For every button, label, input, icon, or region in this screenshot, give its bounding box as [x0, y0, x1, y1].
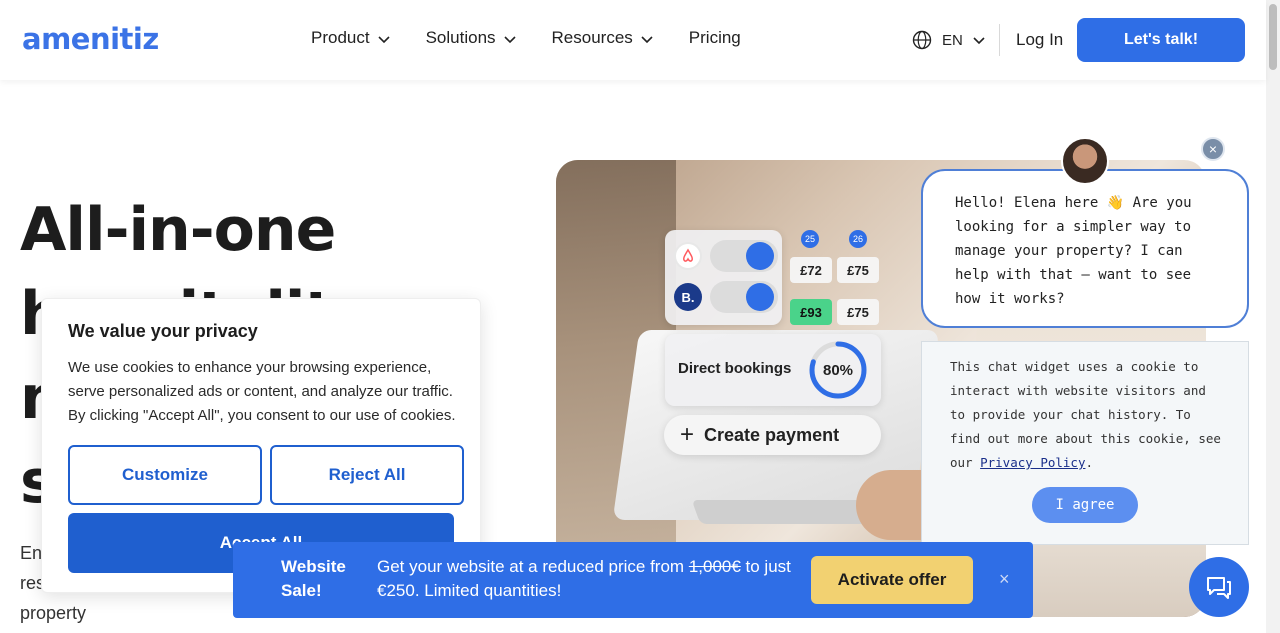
agent-avatar [1061, 137, 1109, 185]
airbnb-logo-icon [683, 248, 693, 262]
site-header: amenitiz Product Solutions Resources Pri… [0, 0, 1266, 80]
nav-solutions[interactable]: Solutions [426, 28, 517, 48]
chat-close-button[interactable]: × [1201, 137, 1225, 161]
day-badge: 26 [849, 230, 867, 248]
chevron-down-icon [973, 37, 985, 45]
language-selector[interactable]: EN [912, 30, 986, 50]
reject-all-button[interactable]: Reject All [270, 445, 464, 505]
activate-offer-button[interactable]: Activate offer [811, 556, 973, 604]
nav-solutions-label: Solutions [425, 28, 496, 47]
nav-product-label: Product [311, 28, 370, 47]
website-sale-banner: Website Sale! Get your website at a redu… [233, 542, 1033, 618]
sale-text: Get your website at a reduced price from… [377, 555, 797, 603]
globe-icon [912, 30, 932, 50]
price-tag: £75 [837, 257, 879, 283]
hero-title-line: All-in-one [20, 195, 336, 265]
chat-message-bubble[interactable]: Hello! Elena here 👋 Are you looking for … [921, 169, 1249, 328]
toggle-knob [746, 283, 774, 311]
airbnb-toggle [710, 240, 778, 272]
privacy-policy-link[interactable]: Privacy Policy [980, 455, 1085, 470]
chat-message-text: Hello! Elena here 👋 Are you looking for … [955, 195, 1192, 307]
day-badge: 25 [801, 230, 819, 248]
price-tag-highlighted: £93 [790, 299, 832, 325]
nav-product[interactable]: Product [311, 28, 391, 48]
direct-bookings-card: Direct bookings 80% [665, 334, 881, 406]
close-icon[interactable]: × [999, 569, 1010, 590]
create-payment-chip: + Create payment [664, 415, 881, 455]
direct-bookings-value: 80% [822, 361, 854, 379]
booking-icon: B. [674, 283, 702, 311]
sale-old-price: 1,000€ [688, 557, 741, 576]
nav-resources[interactable]: Resources [552, 28, 654, 48]
create-payment-label: Create payment [704, 424, 840, 445]
amenitiz-logo[interactable]: amenitiz [22, 22, 159, 56]
price-tag: £75 [837, 299, 879, 325]
plus-icon: + [680, 421, 695, 448]
customize-button[interactable]: Customize [68, 445, 262, 505]
chat-agree-button[interactable]: I agree [1032, 487, 1138, 523]
nav-resources-label: Resources [551, 28, 633, 47]
price-tag: £72 [790, 257, 832, 283]
chevron-down-icon [378, 36, 390, 44]
sale-text-before: Get your website at a reduced price from [377, 557, 689, 576]
toggle-knob [746, 242, 774, 270]
chat-cookie-text: This chat widget uses a cookie to intera… [950, 359, 1221, 470]
channel-toggles-card: B. [665, 230, 782, 325]
lets-talk-button[interactable]: Let's talk! [1077, 18, 1245, 62]
page-scrollbar[interactable] [1266, 0, 1280, 633]
cookie-consent-title: We value your privacy [68, 321, 258, 341]
language-code: EN [942, 31, 963, 49]
chevron-down-icon [641, 36, 653, 44]
nav-pricing[interactable]: Pricing [689, 28, 741, 48]
cookie-consent-body: We use cookies to enhance your browsing … [68, 359, 456, 424]
chat-bubbles-icon [1207, 577, 1231, 599]
header-divider [999, 24, 1000, 56]
chat-cookie-end: . [1085, 455, 1093, 470]
airbnb-icon [674, 242, 702, 270]
scrollbar-thumb[interactable] [1269, 4, 1277, 70]
sale-title: Website Sale! [281, 557, 346, 600]
nav-pricing-label: Pricing [688, 28, 741, 47]
chevron-down-icon [503, 36, 516, 44]
direct-bookings-label: Direct bookings [678, 360, 792, 377]
main-nav: Product Solutions Resources Pricing [311, 28, 776, 48]
booking-toggle [710, 281, 778, 313]
login-link[interactable]: Log In [1016, 30, 1063, 50]
chat-launcher-button[interactable] [1189, 557, 1249, 617]
